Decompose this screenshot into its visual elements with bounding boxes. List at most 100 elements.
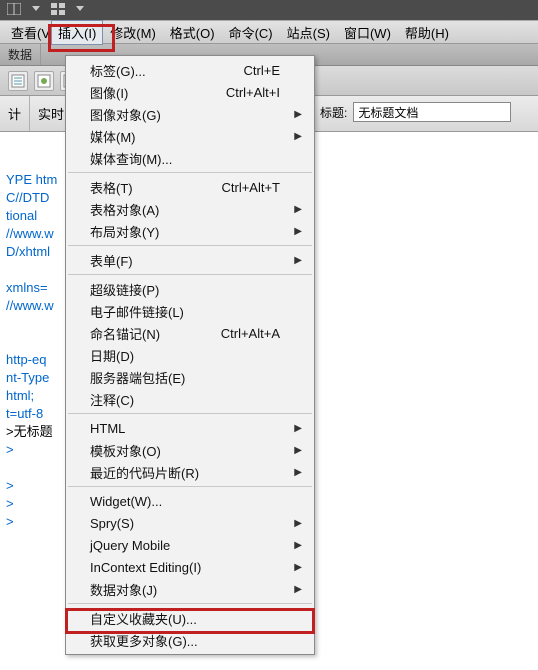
title-label: 标题: [320,104,347,121]
menu-format[interactable]: 格式(O) [163,20,222,45]
submenu-arrow-icon: ▶ [294,467,302,478]
menu-modify[interactable]: 修改(M) [103,20,163,45]
layout-icon[interactable] [6,2,22,16]
menu-window[interactable]: 窗口(W) [337,20,398,45]
code-line: nt-Type [6,370,49,385]
code-line: D/xhtml [6,244,50,259]
submenu-arrow-icon: ▶ [294,109,302,120]
code-line: YPE htm [6,172,57,187]
code-line: http-eq [6,352,46,367]
tab-data[interactable]: 数据 [0,44,41,65]
menu-site[interactable]: 站点(S) [280,20,337,45]
menu-item-comment[interactable]: 注释(C) [68,388,312,410]
menu-item-label: 表格(T) [90,178,133,197]
menu-item-label: 注释(C) [90,390,134,409]
menu-item-template-objects[interactable]: 模板对象(O) ▶ [68,439,312,461]
code-line: > [6,478,14,493]
menu-item-data-objects[interactable]: 数据对象(J) ▶ [68,578,312,600]
menu-item-recent-snippets[interactable]: 最近的代码片断(R) ▶ [68,461,312,483]
code-line: html; [6,388,34,403]
submenu-arrow-icon: ▶ [294,131,302,142]
menu-item-label: 最近的代码片断(R) [90,463,199,482]
menu-item-label: 服务器端包括(E) [90,368,185,387]
code-line: //www.w [6,298,54,313]
menu-item-customize-favorites[interactable]: 自定义收藏夹(U)... [68,607,312,629]
menu-item-image[interactable]: 图像(I) Ctrl+Alt+I [68,81,312,103]
menu-item-html[interactable]: HTML ▶ [68,417,312,439]
menu-item-label: 命名锚记(N) [90,324,160,343]
menu-item-label: Spry(S) [90,516,134,531]
menu-item-label: 表格对象(A) [90,200,159,219]
menu-item-label: 模板对象(O) [90,441,161,460]
menu-item-label: 图像对象(G) [90,105,161,124]
menu-item-widget[interactable]: Widget(W)... [68,490,312,512]
menu-item-label: jQuery Mobile [90,538,170,553]
menu-item-label: 表单(F) [90,251,133,270]
menu-item-label: Widget(W)... [90,494,162,509]
menu-item-table[interactable]: 表格(T) Ctrl+Alt+T [68,176,312,198]
submenu-arrow-icon: ▶ [294,518,302,529]
menu-item-media[interactable]: 媒体(M) ▶ [68,125,312,147]
submenu-arrow-icon: ▶ [294,584,302,595]
menu-item-date[interactable]: 日期(D) [68,344,312,366]
menu-item-label: 媒体(M) [90,127,136,146]
submenu-arrow-icon: ▶ [294,255,302,266]
menu-item-label: 超级链接(P) [90,280,159,299]
menu-help[interactable]: 帮助(H) [398,20,456,45]
menu-item-ssi[interactable]: 服务器端包括(E) [68,366,312,388]
grid-icon[interactable] [50,2,66,16]
menu-shortcut: Ctrl+Alt+I [226,85,280,100]
menu-item-spry[interactable]: Spry(S) ▶ [68,512,312,534]
code-line: >无标题 [6,424,53,439]
menu-item-label: 媒体查询(M)... [90,149,172,168]
code-line: xmlns= [6,280,48,295]
menu-item-named-anchor[interactable]: 命名锚记(N) Ctrl+Alt+A [68,322,312,344]
menu-item-label: 布局对象(Y) [90,222,159,241]
menubar: 查看(V 插入(I) 修改(M) 格式(O) 命令(C) 站点(S) 窗口(W)… [0,20,538,44]
menu-item-get-more-objects[interactable]: 获取更多对象(G)... [68,629,312,651]
menu-item-layout-objects[interactable]: 布局对象(Y) ▶ [68,220,312,242]
menu-insert[interactable]: 插入(I) [51,20,103,45]
menu-item-media-query[interactable]: 媒体查询(M)... [68,147,312,169]
menu-commands[interactable]: 命令(C) [222,20,280,45]
submenu-arrow-icon: ▶ [294,423,302,434]
code-line: > [6,514,14,529]
menu-item-label: 获取更多对象(G)... [90,631,198,650]
menu-item-jquery-mobile[interactable]: jQuery Mobile ▶ [68,534,312,556]
code-line: > [6,442,14,457]
dropdown-arrow-icon[interactable] [72,2,88,16]
menu-item-image-objects[interactable]: 图像对象(G) ▶ [68,103,312,125]
menu-item-table-objects[interactable]: 表格对象(A) ▶ [68,198,312,220]
menu-item-incontext-editing[interactable]: InContext Editing(I)▶ [68,556,312,578]
menu-shortcut: Ctrl+Alt+A [221,326,280,341]
menu-view[interactable]: 查看(V [4,20,51,45]
menu-item-label: InContext Editing(I) [90,560,201,575]
menu-item-label: 数据对象(J) [90,580,157,599]
code-line: //www.w [6,226,54,241]
dropdown-arrow-icon[interactable] [28,2,44,16]
menu-item-label: 日期(D) [90,346,134,365]
menu-item-label: 标签(G)... [90,61,146,80]
menu-item-label: HTML [90,421,125,436]
code-line: tional [6,208,37,223]
code-line: C//DTD [6,190,49,205]
submenu-arrow-icon: ▶ [294,204,302,215]
view-tab-design[interactable]: 计 [0,96,30,131]
menu-shortcut: Ctrl+E [244,63,280,78]
menu-item-email-link[interactable]: 电子邮件链接(L) [68,300,312,322]
submenu-arrow-icon: ▶ [294,540,302,551]
submenu-arrow-icon: ▶ [294,226,302,237]
menu-item-tag[interactable]: 标签(G)... Ctrl+E [68,59,312,81]
menu-item-hyperlink[interactable]: 超级链接(P) [68,278,312,300]
insert-menu-dropdown: 标签(G)...Ctrl+E 图像(I)Ctrl+Alt+I 图像对象(G)▶ … [65,55,315,655]
code-line: > [6,496,14,511]
menu-item-label: 图像(I) [90,83,128,102]
tool-icon-2[interactable] [34,71,54,91]
menu-shortcut: Ctrl+Alt+T [221,180,280,195]
submenu-arrow-icon: ▶ [294,445,302,456]
app-header-bar [0,0,538,20]
menu-item-label: 自定义收藏夹(U)... [90,609,197,628]
menu-item-form[interactable]: 表单(F) ▶ [68,249,312,271]
title-input[interactable] [353,102,511,122]
tool-icon-1[interactable] [8,71,28,91]
